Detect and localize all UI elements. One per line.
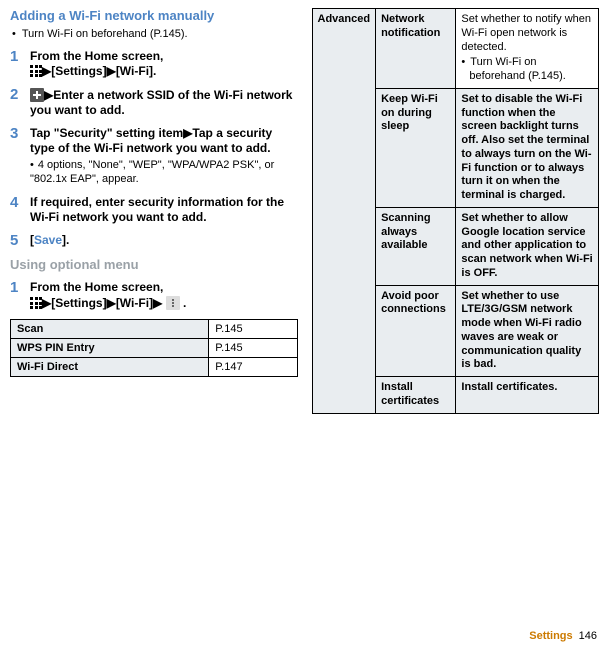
row-desc: Set whether to allow Google location ser… <box>456 207 599 285</box>
step-number: 4 <box>10 195 30 225</box>
opt-name: WPS PIN Entry <box>11 339 209 358</box>
page-number: 146 <box>579 630 597 642</box>
apps-grid-icon <box>30 65 42 77</box>
step-1: 1 From the Home screen, ▶[Settings]▶[Wi-… <box>10 49 298 79</box>
step-body: If required, enter security information … <box>30 195 298 225</box>
pre-note-text: Turn Wi-Fi on beforehand (P.145). <box>22 28 188 40</box>
arrow-icon: ▶ <box>107 64 116 78</box>
row-desc: Set whether to notify when Wi-Fi open ne… <box>456 9 599 89</box>
overflow-menu-icon <box>166 296 180 310</box>
text: Set whether to notify when Wi-Fi open ne… <box>461 13 591 53</box>
right-column: Advanced Network notification Set whethe… <box>312 8 600 414</box>
advanced-table: Advanced Network notification Set whethe… <box>312 8 600 414</box>
bullet <box>12 28 22 40</box>
arrow-icon: ▶ <box>42 64 51 78</box>
opt-page: P.147 <box>209 358 297 377</box>
plus-icon <box>30 88 44 102</box>
pre-note: Turn Wi-Fi on beforehand (P.145). <box>12 28 298 42</box>
arrow-icon: ▶ <box>107 296 116 310</box>
text: Enter a network SSID of the Wi-Fi networ… <box>30 88 292 117</box>
step-number: 1 <box>10 280 30 311</box>
step-body: From the Home screen, ▶[Settings]▶[Wi-Fi… <box>30 280 298 311</box>
heading-add-wifi: Adding a Wi-Fi network manually <box>10 8 298 24</box>
arrow-icon: ▶ <box>42 296 51 310</box>
step-number: 1 <box>10 49 30 79</box>
step-5: 5 [Save]. <box>10 233 298 250</box>
opt-name: Scan <box>11 320 209 339</box>
text: 4 options, "None", "WEP", "WPA/WPA2 PSK"… <box>30 159 274 185</box>
text: [Settings] <box>51 296 106 310</box>
save-link[interactable]: Save <box>34 233 62 247</box>
group-label: Advanced <box>312 9 376 414</box>
apps-grid-icon <box>30 297 42 309</box>
opt-name: Wi-Fi Direct <box>11 358 209 377</box>
heading-optional-menu: Using optional menu <box>10 257 298 272</box>
step-4: 4 If required, enter security informatio… <box>10 195 298 225</box>
row-label: Network notification <box>376 9 456 89</box>
optional-step-1: 1 From the Home screen, ▶[Settings]▶[Wi-… <box>10 280 298 311</box>
text: Tap "Security" setting item▶Tap a securi… <box>30 126 298 156</box>
page-footer: Settings 146 <box>529 630 597 642</box>
section-label: Settings <box>529 630 572 642</box>
step-number: 2 <box>10 87 30 118</box>
options-table: ScanP.145 WPS PIN EntryP.145 Wi-Fi Direc… <box>10 319 298 377</box>
row-label: Scanning always available <box>376 207 456 285</box>
row-desc: Set to disable the Wi-Fi function when t… <box>456 88 599 207</box>
text: [Wi-Fi] <box>116 296 153 310</box>
row-desc: Install certificates. <box>456 377 599 414</box>
step-body: ▶Enter a network SSID of the Wi-Fi netwo… <box>30 87 298 118</box>
table-row: Advanced Network notification Set whethe… <box>312 9 599 89</box>
table-row: Wi-Fi DirectP.147 <box>11 358 298 377</box>
table-row: ScanP.145 <box>11 320 298 339</box>
step-number: 5 <box>10 233 30 250</box>
table-row: WPS PIN EntryP.145 <box>11 339 298 358</box>
inner-bullet: Turn Wi-Fi on beforehand (P.145). <box>461 56 593 84</box>
arrow-icon: ▶ <box>44 88 53 102</box>
row-label: Keep Wi-Fi on during sleep <box>376 88 456 207</box>
row-desc: Set whether to use LTE/3G/GSM network mo… <box>456 285 599 377</box>
opt-page: P.145 <box>209 320 297 339</box>
text: From the Home screen, <box>30 280 163 294</box>
step-number: 3 <box>10 126 30 187</box>
step-body: From the Home screen, ▶[Settings]▶[Wi-Fi… <box>30 49 298 79</box>
bullet <box>30 159 38 171</box>
row-label: Install certificates <box>376 377 456 414</box>
text: [Wi-Fi]. <box>116 64 157 78</box>
arrow-icon: ▶ <box>153 296 162 310</box>
step-body: [Save]. <box>30 233 298 250</box>
row-label: Avoid poor connections <box>376 285 456 377</box>
text: From the Home screen, <box>30 49 163 63</box>
sub-note: 4 options, "None", "WEP", "WPA/WPA2 PSK"… <box>30 159 298 187</box>
opt-page: P.145 <box>209 339 297 358</box>
step-body: Tap "Security" setting item▶Tap a securi… <box>30 126 298 187</box>
step-3: 3 Tap "Security" setting item▶Tap a secu… <box>10 126 298 187</box>
step-2: 2 ▶Enter a network SSID of the Wi-Fi net… <box>10 87 298 118</box>
left-column: Adding a Wi-Fi network manually Turn Wi-… <box>10 8 298 414</box>
text: [Settings] <box>51 64 106 78</box>
